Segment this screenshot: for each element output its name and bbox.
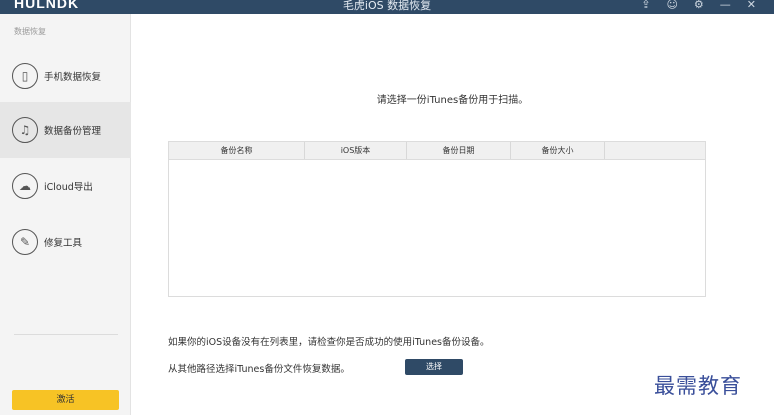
activate-button[interactable]: 激活	[12, 390, 119, 410]
sidebar-section-label: 数据恢复	[14, 27, 46, 36]
cloud-icon: ☁	[12, 173, 38, 199]
phone-icon: ▯	[12, 63, 38, 89]
column-header-backup-name[interactable]: 备份名称	[169, 142, 305, 159]
table-header: 备份名称 iOS版本 备份日期 备份大小	[169, 142, 705, 160]
user-icon[interactable]: ☺	[666, 0, 677, 11]
column-header-backup-size[interactable]: 备份大小	[511, 142, 605, 159]
sidebar-item-label: 数据备份管理	[44, 126, 102, 137]
sidebar-item-label: 修复工具	[44, 238, 83, 249]
wrench-icon: ✎	[12, 229, 38, 255]
title-bar: HULNDK 毛虎iOS 数据恢复 ⇪ ☺ ⚙ — ✕	[0, 0, 774, 14]
close-icon[interactable]: ✕	[747, 0, 756, 11]
settings-icon[interactable]: ⚙	[694, 0, 704, 11]
sidebar-item-phone-recovery[interactable]: ▯ 手机数据恢复	[0, 48, 131, 104]
backup-table[interactable]: 备份名称 iOS版本 备份日期 备份大小	[168, 141, 706, 297]
other-path-label: 从其他路径选择iTunes备份文件恢复数据。	[168, 364, 350, 375]
share-icon[interactable]: ⇪	[641, 0, 650, 11]
titlebar-controls: ⇪ ☺ ⚙ — ✕	[641, 0, 756, 11]
sidebar-item-label: iCloud导出	[44, 182, 93, 193]
sidebar-item-label: 手机数据恢复	[44, 72, 102, 83]
sidebar-item-repair-tools[interactable]: ✎ 修复工具	[0, 214, 131, 270]
sidebar-item-backup-management[interactable]: ♫ 数据备份管理	[0, 102, 131, 158]
sidebar-item-icloud-export[interactable]: ☁ iCloud导出	[0, 158, 131, 214]
select-button[interactable]: 选择	[405, 359, 463, 375]
minimize-icon[interactable]: —	[720, 0, 731, 11]
column-header-ios-version[interactable]: iOS版本	[305, 142, 407, 159]
watermark: 最需教育	[654, 374, 742, 398]
help-note: 如果你的iOS设备没有在列表里，请检查你是否成功的使用iTunes备份设备。	[168, 337, 490, 348]
sidebar: 数据恢复 ▯ 手机数据恢复 ♫ 数据备份管理 ☁ iCloud导出 ✎ 修复工具	[0, 14, 131, 415]
music-note-icon: ♫	[12, 117, 38, 143]
column-header-backup-date[interactable]: 备份日期	[407, 142, 511, 159]
page-prompt: 请选择一份iTunes备份用于扫描。	[376, 95, 529, 106]
sidebar-divider	[14, 334, 118, 335]
